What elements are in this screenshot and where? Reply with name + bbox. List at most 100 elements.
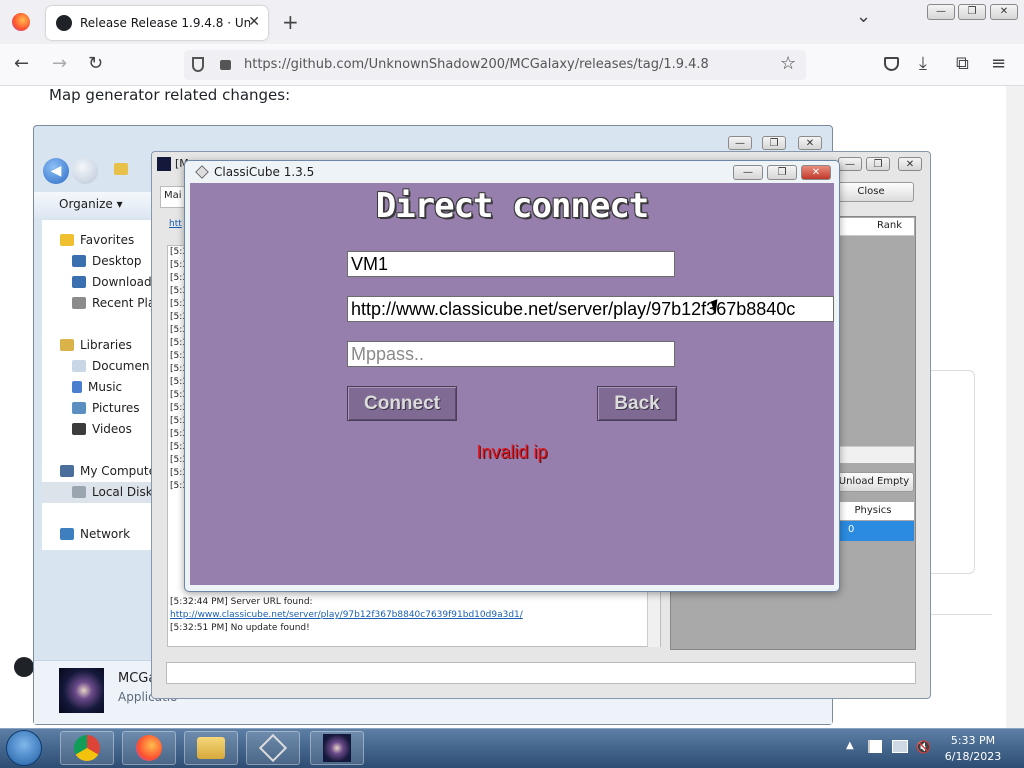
server-url-link[interactable]: http://www.classicube.net/server/play/97… <box>170 610 523 620</box>
tray-volume-icon[interactable]: 🔇 <box>916 740 931 754</box>
close-window-button[interactable]: ✕ <box>990 4 1018 20</box>
tracking-shield-icon[interactable] <box>192 57 204 72</box>
back-button[interactable]: Back <box>597 386 677 421</box>
log-time: [5:32:51 PM] <box>170 623 228 633</box>
minimize-window-button[interactable]: — <box>927 4 955 20</box>
sidebar-item-local-disk[interactable]: Local Disk ( <box>72 485 161 499</box>
mcgalaxy-minimize-button[interactable]: — <box>838 157 862 171</box>
sidebar-item-desktop[interactable]: Desktop <box>72 254 142 268</box>
galaxy-app-icon <box>59 668 104 713</box>
extensions-icon[interactable]: ⧉ <box>956 53 969 74</box>
sidebar-item-music[interactable]: Music <box>72 380 122 394</box>
sidebar-item-documents[interactable]: Documen <box>72 359 149 373</box>
sidebar-item-label: Pictures <box>92 401 140 415</box>
log-line: [5:32:44 PM] Server URL found: <box>170 597 313 607</box>
firefox-icon <box>136 735 162 761</box>
close-tab-icon[interactable]: ✕ <box>248 14 260 30</box>
unload-empty-button[interactable]: Unload Empty <box>834 472 914 492</box>
organize-label: Organize <box>59 197 113 211</box>
sidebar-item-libraries[interactable]: Libraries <box>60 338 132 352</box>
lock-icon[interactable] <box>220 60 231 70</box>
app-menu-icon[interactable]: ≡ <box>991 53 1006 74</box>
star-icon <box>60 234 74 246</box>
new-tab-button[interactable]: + <box>282 10 299 34</box>
forward-arrow-icon[interactable]: → <box>52 53 67 74</box>
classicube-close-button[interactable]: ✕ <box>801 165 831 180</box>
ip-address-input[interactable]: http://www.classicube.net/server/play/97… <box>347 296 834 322</box>
sidebar-item-label: Music <box>88 380 123 394</box>
reload-icon[interactable]: ↻ <box>88 53 103 74</box>
firefox-menu-icon[interactable] <box>12 13 30 31</box>
page-divider <box>930 614 992 615</box>
log-link-partial[interactable]: htt <box>169 219 182 229</box>
page-scrollbar[interactable] <box>1006 86 1024 728</box>
sidebar-item-label: Videos <box>92 422 132 436</box>
chat-input[interactable] <box>166 662 916 684</box>
explorer-forward-button[interactable] <box>72 158 98 184</box>
address-bar[interactable]: https://github.com/UnknownShadow200/MCGa… <box>184 50 806 80</box>
tab-list-chevron-down-icon[interactable]: ⌄ <box>856 6 871 27</box>
sidebar-item-label: My Compute <box>80 464 156 478</box>
username-input[interactable]: VM1 <box>347 251 675 277</box>
sidebar-item-videos[interactable]: Videos <box>72 422 132 436</box>
classicube-menu <box>190 183 834 585</box>
downloads-icon[interactable]: ⤓ <box>919 53 927 74</box>
sidebar-item-label: Libraries <box>80 338 132 352</box>
log-scrollbar[interactable] <box>647 587 660 647</box>
rank-column-header[interactable]: Rank <box>832 218 914 236</box>
mcgalaxy-maximize-button[interactable]: ❐ <box>866 157 890 171</box>
classicube-maximize-button[interactable]: ❐ <box>767 165 797 180</box>
sidebar-item-computer[interactable]: My Compute <box>60 464 156 478</box>
clock-time: 5:33 PM <box>950 734 996 747</box>
start-button[interactable] <box>6 730 42 766</box>
downloads-folder-icon <box>72 276 86 288</box>
libraries-icon <box>60 339 74 351</box>
bookmark-star-icon[interactable]: ☆ <box>780 53 796 74</box>
disk-icon <box>72 486 86 498</box>
browser-tab[interactable]: Release Release 1.9.4.8 · UnknownShadow2… <box>46 6 268 40</box>
sidebar-item-label: Favorites <box>80 233 135 247</box>
sidebar-item-network[interactable]: Network <box>60 527 130 541</box>
classicube-icon <box>258 733 288 763</box>
sidebar-item-recent-places[interactable]: Recent Plac <box>72 296 162 310</box>
sidebar-item-pictures[interactable]: Pictures <box>72 401 140 415</box>
sidebar-item-downloads[interactable]: Downloads <box>72 275 158 289</box>
taskbar-chrome-icon[interactable] <box>60 731 114 765</box>
physics-value-cell[interactable]: 0 <box>832 521 914 541</box>
close-button[interactable]: Close <box>828 182 914 202</box>
mppass-input[interactable]: Mppass.. <box>347 341 675 367</box>
clock-date: 6/18/2023 <box>944 750 1002 763</box>
organize-button[interactable]: Organize ▾ <box>59 197 123 211</box>
galaxy-icon <box>323 734 351 762</box>
taskbar-clock[interactable]: 5:33 PM 6/18/2023 <box>930 733 1016 765</box>
explorer-close-button[interactable]: ✕ <box>798 136 822 150</box>
connect-button[interactable]: Connect <box>347 386 457 421</box>
players-hscrollbar[interactable] <box>832 446 914 463</box>
pictures-icon <box>72 402 86 414</box>
tray-flag-icon[interactable] <box>868 740 882 753</box>
mcgalaxy-app-icon <box>157 157 171 171</box>
explorer-minimize-button[interactable]: — <box>728 136 752 150</box>
explorer-back-button[interactable]: ◀ <box>43 158 69 184</box>
tray-chevron-up-icon[interactable]: ▲ <box>846 740 854 751</box>
sidebar-item-label: Documen <box>92 359 150 373</box>
computer-icon <box>60 465 74 477</box>
taskbar-mcgalaxy-icon[interactable] <box>310 731 364 765</box>
folder-icon <box>114 163 128 175</box>
log-line: [5:32:51 PM] No update found! <box>170 623 310 633</box>
sidebar-item-favorites[interactable]: Favorites <box>60 233 134 247</box>
mcgalaxy-close-button[interactable]: ✕ <box>898 157 922 171</box>
tray-network-icon[interactable] <box>892 740 908 753</box>
taskbar-classicube-icon[interactable] <box>246 731 300 765</box>
page-card <box>930 370 975 574</box>
physics-column-header[interactable]: Physics <box>832 502 914 520</box>
taskbar-firefox-icon[interactable] <box>122 731 176 765</box>
github-logo-icon <box>14 657 34 677</box>
tab-title: Release Release 1.9.4.8 · UnknownShadow2… <box>80 16 250 30</box>
classicube-minimize-button[interactable]: — <box>733 165 763 180</box>
explorer-maximize-button[interactable]: ❐ <box>762 136 786 150</box>
maximize-window-button[interactable]: ❐ <box>958 4 986 20</box>
back-arrow-icon[interactable]: ← <box>14 53 29 74</box>
taskbar-explorer-icon[interactable] <box>184 731 238 765</box>
github-favicon-icon <box>56 15 72 31</box>
